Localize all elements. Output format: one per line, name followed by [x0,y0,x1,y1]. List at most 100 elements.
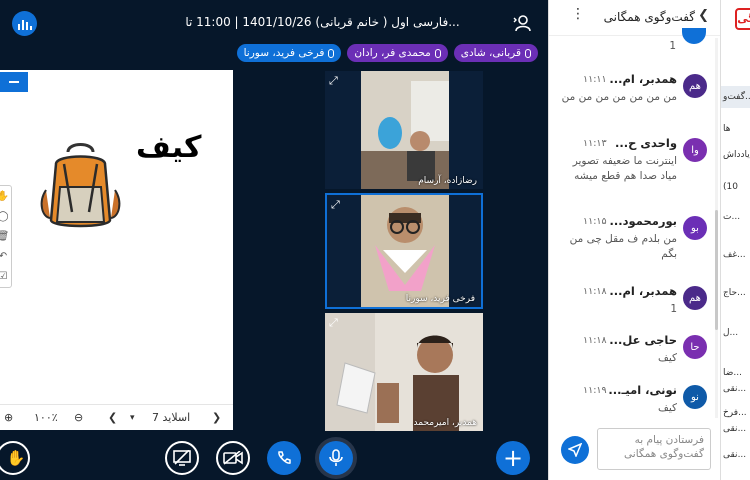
user-item[interactable]: غف... [723,250,746,260]
expand-video-icon[interactable]: ⤢ [331,198,340,212]
message-text: اینترنت ما ضعیفه تصویر میاد صدا هم قطع م… [572,155,677,182]
presentation-area: کیف ✋ ◯ 🗑 ↶ ☑ ⊕ ۱۰۰٪ ⊖ ❮ ▾ اسلاید 7 ❯ [0,70,233,430]
public-chat-panel: ⋮ گفت‌وگوی همگانی ❮ 1 هم همدبر، ام... ۱۱… [548,0,721,480]
avatar: حا [683,335,707,359]
webcam-feed [325,71,483,189]
video-name: رضازاده، آرسام [418,176,477,186]
webcam-feed [327,195,481,307]
message-sender: نونی، امیـ... [608,383,677,397]
talker-badge[interactable]: قربانی، شادی [453,44,538,62]
avatar [682,28,706,44]
talker-name: فرخی فرید، سورنا [243,47,325,59]
slide-word: کیف [136,130,202,165]
talker-badge[interactable]: محمدی فر، رادان [347,44,448,62]
users-count: (10 [723,182,738,192]
user-item[interactable]: حاج... [723,288,746,298]
message-time: ۱۱:۱۱ [583,74,607,85]
expand-video-icon[interactable]: ⤢ [329,316,338,330]
user-item[interactable]: ل... [723,328,738,338]
next-slide-icon[interactable]: ❯ [212,410,221,426]
raise-hand-icon: ✋ [6,449,26,467]
ellipse-tool-icon[interactable]: ◯ [0,206,11,226]
video-tile[interactable]: ⤢ رضازاده، آرسام [325,71,483,189]
sidebar-item-label[interactable]: ها [723,124,731,134]
message-text: 1 [670,303,677,315]
actions-button[interactable]: + [496,441,530,475]
mic-icon [525,48,531,58]
chat-scrollbar-thumb[interactable] [715,210,718,330]
presentation-toolbar: ⊕ ۱۰۰٪ ⊖ ❮ ▾ اسلاید 7 ❯ [0,404,233,430]
message-sender: همدبر، ام... [609,284,677,298]
previous-slide-icon[interactable]: ❮ [108,410,117,426]
meeting-title: فارسی اول ( خانم قربانی) 1401/10/26 | 11… [185,15,460,29]
hand-tool-icon[interactable]: ✋ [0,186,11,206]
send-icon [568,443,582,457]
camera-off-icon [223,451,243,465]
screen-share-off-icon [173,450,191,466]
talker-name: محمدی فر، رادان [354,47,431,59]
avatar: هم [683,286,707,310]
mute-button[interactable] [319,441,353,475]
share-screen-button[interactable] [165,441,199,475]
message-text: کیف [657,352,677,364]
avatar: هم [683,74,707,98]
slide-select[interactable]: اسلاید 7 [152,410,190,426]
mic-icon [434,48,441,58]
close-chat-icon[interactable]: ❮ [698,8,709,23]
chat-options-icon[interactable]: ⋮ [571,6,585,22]
zoom-level[interactable]: ۱۰۰٪ [34,410,58,426]
message-text: کیف [657,402,677,414]
audio-button[interactable] [267,441,301,475]
zoom-out-icon[interactable]: ⊖ [74,410,83,426]
video-name: فرخی فرید، سورنا [405,294,475,304]
message-time: ۱۱:۱۹ [583,385,607,396]
user-list-panel: گی گفت‌و... ها یادداش... (10 ت... غف... … [720,0,750,480]
message-text: من بلدم ف مقل چی من بگم [569,233,677,260]
webcam-feed [325,313,483,431]
user-item[interactable]: نقی... [723,384,746,394]
slide-select-chevron-icon[interactable]: ▾ [130,410,135,426]
minimize-presentation-button[interactable] [0,72,28,92]
sidebar-item-label[interactable]: یادداش... [723,150,750,160]
message-time: ۱۱:۱۸ [583,335,607,346]
video-name: همدبر، امیرمحمد [413,418,477,428]
mic-icon [328,48,335,58]
message-time: ۱۱:۱۵ [583,216,607,227]
raise-hand-button[interactable]: ✋ [0,441,30,475]
talker-badge[interactable]: فرخی فرید، سورنا [236,44,342,62]
talker-name: قربانی، شادی [460,47,521,59]
backpack-image [40,143,121,228]
chat-title: گفت‌وگوی همگانی [603,10,695,24]
multi-user-tool-icon[interactable]: ☑ [0,266,11,286]
expand-video-icon[interactable]: ⤢ [329,74,338,88]
logo: گی [735,8,750,30]
message-sender: حاجی عل... [609,333,677,347]
meeting-area: فارسی اول ( خانم قربانی) 1401/10/26 | 11… [0,0,548,480]
message-sender: همدبر، ام... [609,72,677,86]
user-item[interactable]: نقی... [723,450,746,460]
zoom-in-icon[interactable]: ⊕ [4,410,13,426]
avatar: بو [683,216,707,240]
user-item[interactable]: فرخ... [723,408,747,418]
camera-button[interactable] [216,441,250,475]
whiteboard-toolbar: ✋ ◯ 🗑 ↶ ☑ [0,185,12,288]
talking-indicators: قربانی، شادی محمدی فر، رادان فرخی فرید، … [236,44,538,62]
video-tile-active[interactable]: ⤢ فرخی فرید، سورنا [325,193,483,309]
chat-message-input[interactable]: فرستادن پیام به گفت‌وگوی همگانی [597,428,711,470]
undo-tool-icon[interactable]: ↶ [0,246,11,266]
phone-icon [278,451,291,464]
user-list-toggle-icon[interactable] [513,13,533,33]
sidebar-item-label[interactable]: گفت‌و... [723,92,750,102]
app-logo-icon[interactable] [12,11,37,36]
message-time: ۱۱:۱۳ [583,138,607,149]
user-item[interactable]: ت... [723,212,740,222]
avatar: نو [683,385,707,409]
message-text: من من من من من من من [561,91,677,103]
message-time: ۱۱:۱۸ [583,286,607,297]
delete-tool-icon[interactable]: 🗑 [0,226,11,246]
user-item[interactable]: ضا... [723,368,742,378]
send-message-button[interactable] [561,436,589,464]
user-item[interactable]: نقی... [723,424,746,434]
message-sender: واحدی ح... [615,136,677,150]
video-tile[interactable]: ⤢ همدبر، امیرمحمد [325,313,483,431]
